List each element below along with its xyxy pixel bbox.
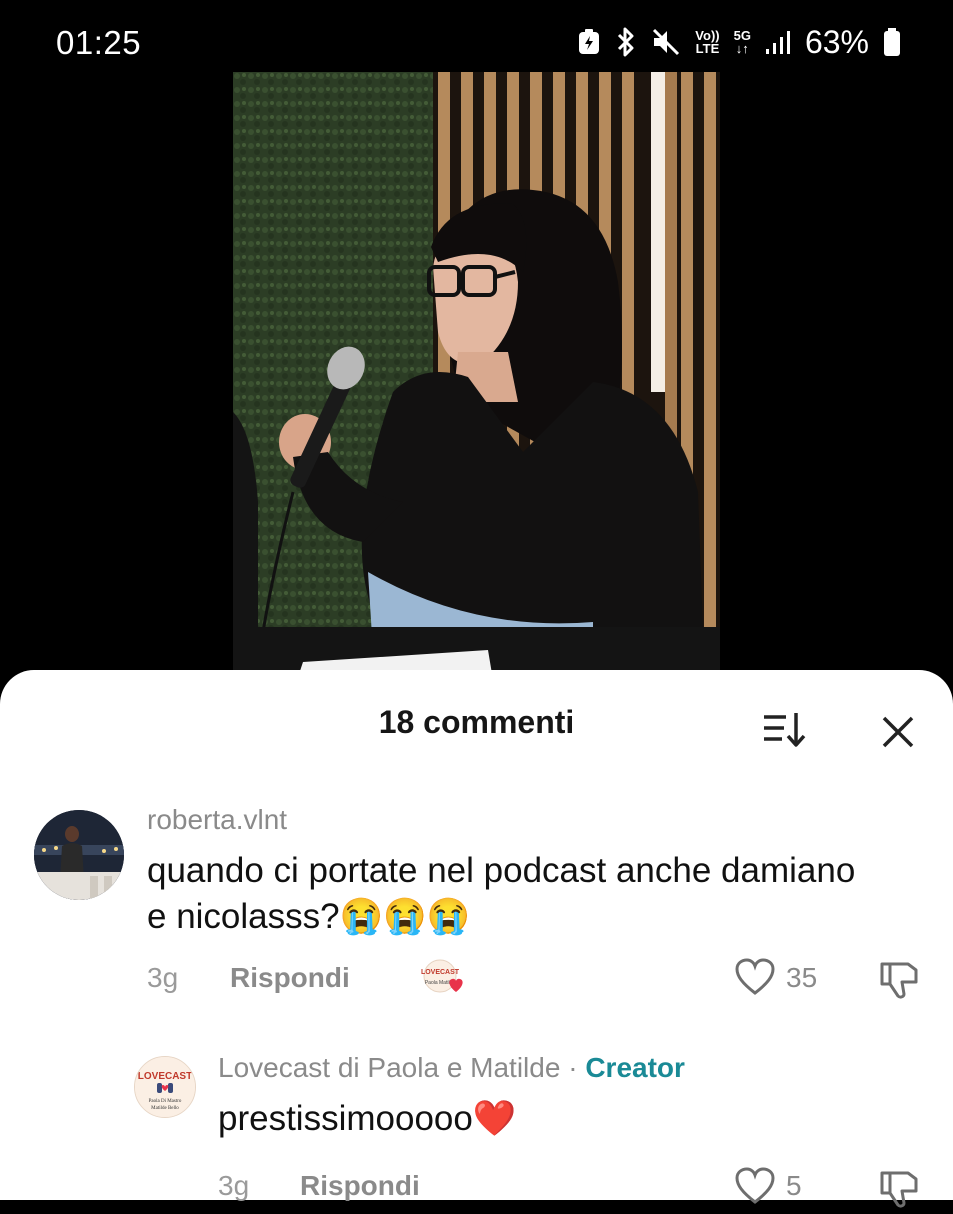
svg-text:Matilde Bello: Matilde Bello	[151, 1106, 179, 1111]
video-player[interactable]	[0, 72, 953, 692]
reply-time: 3g	[218, 1170, 250, 1201]
reply-button[interactable]: Rispondi	[230, 962, 350, 994]
status-bar: 01:25 Vo)) LTE 5G ↓↑ 63%	[0, 0, 953, 72]
sort-icon	[764, 713, 806, 747]
reply-dislike-button[interactable]	[878, 1167, 922, 1214]
heart-icon	[735, 958, 775, 995]
comments-sheet: 18 commenti roberta.vlnt quando ci porta…	[0, 670, 953, 1208]
separator: ·	[560, 1052, 586, 1083]
creator-badge: Creator	[585, 1052, 685, 1083]
like-count: 35	[786, 962, 818, 993]
reply-reply-button[interactable]: Rispondi	[300, 1170, 420, 1202]
data-arrows: ↓↑	[735, 41, 749, 56]
5g-icon: 5G ↓↑	[733, 28, 751, 56]
comment-time: 3g	[147, 962, 179, 993]
thumbs-down-icon	[880, 962, 918, 999]
battery-icon	[884, 28, 900, 56]
avatar-photo	[34, 810, 124, 900]
like-button[interactable]	[734, 958, 776, 1001]
svg-text:LOVECAST: LOVECAST	[138, 1071, 192, 1082]
video-frame[interactable]	[233, 72, 720, 692]
reply-text: prestissimooooo❤️	[218, 1099, 517, 1138]
bluetooth-icon	[618, 27, 634, 57]
reply-like-button[interactable]	[734, 1167, 776, 1210]
reply-username[interactable]: Lovecast di Paola e Matilde	[218, 1052, 560, 1083]
battery-saver-icon	[579, 29, 600, 54]
close-icon	[882, 716, 914, 748]
heart-icon	[735, 1167, 775, 1204]
sort-button[interactable]	[762, 710, 810, 750]
creator-liked-icon: LOVECAST Paola Matilde	[421, 959, 463, 993]
creator-avatar[interactable]: LOVECAST Paola Di Mastro Matilde Bello	[134, 1056, 196, 1118]
volte-icon: Vo)) LTE	[695, 28, 720, 56]
avatar[interactable]	[34, 810, 124, 900]
reply-username-line: Lovecast di Paola e Matilde · Creator	[218, 1052, 685, 1084]
mute-icon	[653, 28, 680, 56]
comment-text: quando ci portate nel podcast anche dami…	[147, 851, 856, 936]
video-thumbnail	[233, 72, 720, 692]
svg-text:LOVECAST: LOVECAST	[421, 969, 460, 976]
dislike-button[interactable]	[878, 958, 922, 1005]
svg-text:Paola Di Mastro: Paola Di Mastro	[149, 1099, 182, 1104]
close-button[interactable]	[878, 712, 918, 752]
lovecast-logo: LOVECAST Paola Di Mastro Matilde Bello	[135, 1057, 195, 1117]
thumbs-down-icon	[880, 1171, 918, 1208]
signal-icon	[765, 31, 790, 54]
comment-username[interactable]: roberta.vlnt	[147, 804, 287, 836]
status-icons: Vo)) LTE 5G ↓↑ 63%	[577, 22, 901, 62]
reply-like-count: 5	[786, 1170, 802, 1201]
comments-title: 18 commenti	[378, 704, 575, 740]
battery-percent: 63%	[804, 23, 869, 60]
creator-liked-badge: LOVECAST Paola Matilde	[420, 958, 468, 998]
status-time: 01:25	[56, 24, 142, 61]
